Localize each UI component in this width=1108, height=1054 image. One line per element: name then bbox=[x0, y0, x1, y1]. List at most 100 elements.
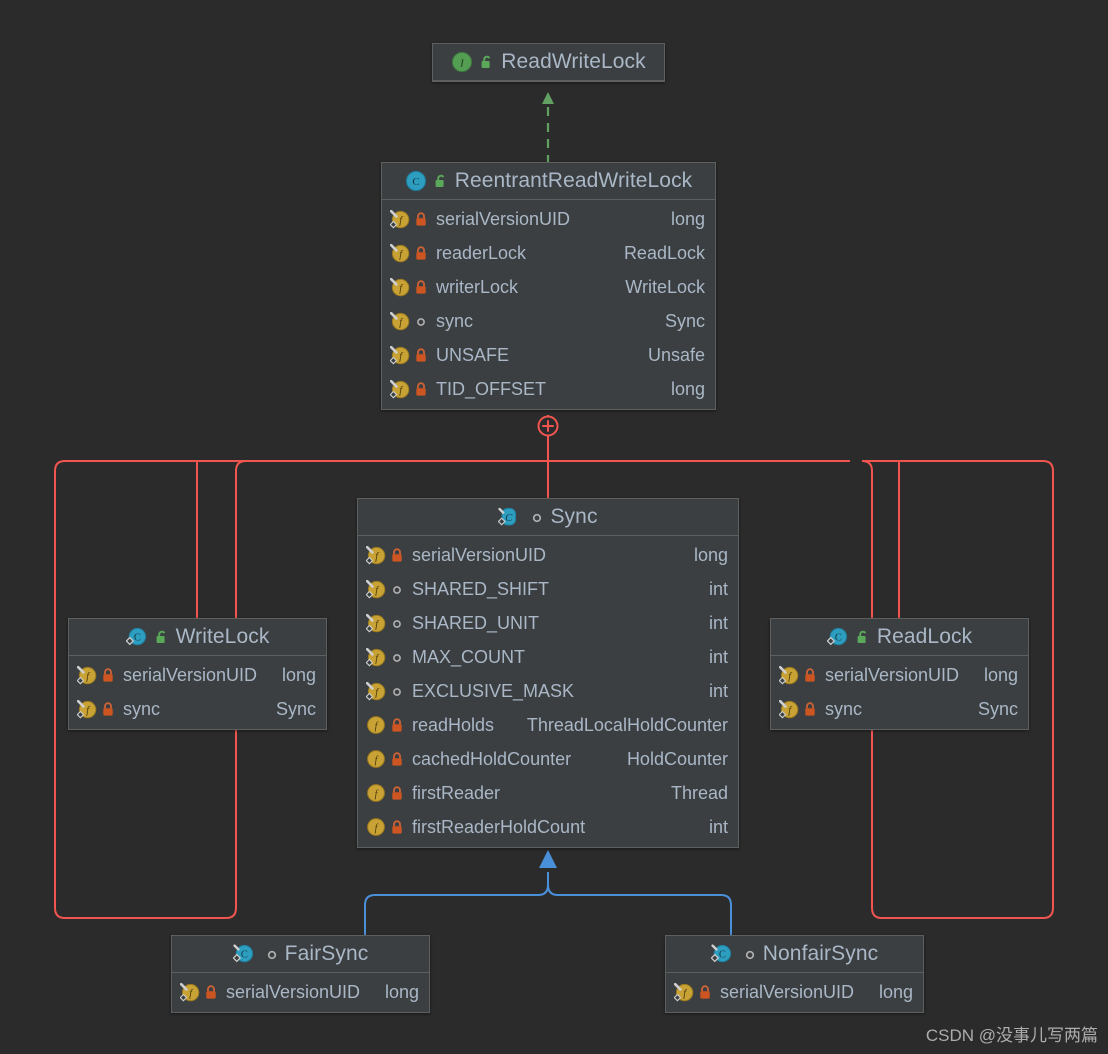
package-circle-icon bbox=[265, 946, 279, 962]
static-field-icon: f bbox=[390, 345, 410, 365]
member-row[interactable]: f serialVersionUID long bbox=[172, 975, 429, 1009]
private-lock-icon bbox=[414, 245, 428, 261]
member-name: SHARED_UNIT bbox=[412, 612, 540, 633]
member-row[interactable]: f serialVersionUID long bbox=[666, 975, 923, 1009]
private-lock-icon bbox=[803, 667, 817, 683]
member-type: Sync bbox=[275, 698, 316, 719]
package-circle-icon bbox=[390, 649, 404, 665]
member-name: serialVersionUID bbox=[226, 981, 361, 1002]
member-row[interactable]: f UNSAFE Unsafe bbox=[382, 338, 715, 372]
static-field-icon: f bbox=[180, 982, 200, 1002]
member-name: TID_OFFSET bbox=[436, 378, 547, 399]
class-node-readwritelock[interactable]: I ReadWriteLock bbox=[432, 43, 665, 82]
class-header: C Sync bbox=[358, 499, 738, 536]
member-row[interactable]: f firstReader Thread bbox=[358, 776, 738, 810]
member-type: long bbox=[670, 378, 705, 399]
static-field-icon: f bbox=[366, 613, 386, 633]
private-lock-icon bbox=[390, 717, 404, 733]
member-type: Sync bbox=[664, 310, 705, 331]
member-row[interactable]: f serialVersionUID long bbox=[382, 202, 715, 236]
static-field-icon: f bbox=[390, 379, 410, 399]
class-members: f serialVersionUID long f sync Sync bbox=[771, 656, 1028, 729]
expand-node-control[interactable] bbox=[537, 415, 559, 437]
member-row[interactable]: f sync Sync bbox=[69, 692, 326, 726]
public-unlock-icon bbox=[479, 53, 495, 71]
class-node-sync[interactable]: C Sync f serialVersionUID long f SHARED_… bbox=[357, 498, 739, 848]
package-circle-icon bbox=[390, 683, 404, 699]
member-type: ReadLock bbox=[623, 242, 705, 263]
member-type: long bbox=[983, 664, 1018, 685]
field-icon: f bbox=[390, 311, 410, 331]
member-name: serialVersionUID bbox=[825, 664, 960, 685]
static-class-icon: C bbox=[826, 626, 849, 648]
static-field-icon: f bbox=[390, 209, 410, 229]
class-name: ReadWriteLock bbox=[501, 50, 646, 73]
package-circle-icon bbox=[390, 615, 404, 631]
member-row[interactable]: f SHARED_UNIT int bbox=[358, 606, 738, 640]
private-lock-icon bbox=[698, 984, 712, 1000]
member-row[interactable]: f serialVersionUID long bbox=[69, 658, 326, 692]
member-name: serialVersionUID bbox=[720, 981, 855, 1002]
class-header: C NonfairSync bbox=[666, 936, 923, 973]
member-row[interactable]: f sync Sync bbox=[771, 692, 1028, 726]
static-class-icon: C bbox=[710, 943, 733, 965]
svg-text:C: C bbox=[412, 176, 419, 188]
class-icon: C bbox=[405, 170, 427, 192]
class-node-fairsync[interactable]: C FairSync f serialVersionUID long bbox=[171, 935, 430, 1013]
member-type: long bbox=[384, 981, 419, 1002]
private-lock-icon bbox=[414, 381, 428, 397]
member-name: firstReaderHoldCount bbox=[412, 816, 586, 837]
member-type: long bbox=[670, 208, 705, 229]
svg-text:C: C bbox=[835, 632, 842, 643]
static-class-icon: C bbox=[125, 626, 148, 648]
class-members: f serialVersionUID long f SHARED_SHIFT i… bbox=[358, 536, 738, 847]
class-node-reentrantreadwritelock[interactable]: C ReentrantReadWriteLock f serialVersion… bbox=[381, 162, 716, 410]
field-icon: f bbox=[390, 243, 410, 263]
member-row[interactable]: f readHolds ThreadLocalHoldCounter bbox=[358, 708, 738, 742]
class-header: C ReentrantReadWriteLock bbox=[382, 163, 715, 200]
svg-text:C: C bbox=[241, 949, 248, 960]
public-unlock-icon bbox=[855, 628, 871, 646]
member-row[interactable]: f readerLock ReadLock bbox=[382, 236, 715, 270]
member-row[interactable]: f sync Sync bbox=[382, 304, 715, 338]
class-node-readlock[interactable]: C ReadLock f serialVersionUID long f syn… bbox=[770, 618, 1029, 730]
member-row[interactable]: f SHARED_SHIFT int bbox=[358, 572, 738, 606]
private-lock-icon bbox=[390, 547, 404, 563]
member-type: long bbox=[281, 664, 316, 685]
member-name: readerLock bbox=[436, 242, 527, 263]
static-field-icon: f bbox=[779, 665, 799, 685]
class-header: C FairSync bbox=[172, 936, 429, 973]
member-row[interactable]: f firstReaderHoldCount int bbox=[358, 810, 738, 844]
static-field-icon: f bbox=[366, 647, 386, 667]
field-icon: f bbox=[366, 817, 386, 837]
member-type: WriteLock bbox=[625, 276, 705, 297]
field-icon: f bbox=[366, 783, 386, 803]
member-row[interactable]: f serialVersionUID long bbox=[771, 658, 1028, 692]
member-type: Thread bbox=[670, 782, 728, 803]
static-field-icon: f bbox=[779, 699, 799, 719]
member-type: int bbox=[708, 816, 728, 837]
member-row[interactable]: f MAX_COUNT int bbox=[358, 640, 738, 674]
member-name: sync bbox=[825, 698, 863, 719]
member-row[interactable]: f EXCLUSIVE_MASK int bbox=[358, 674, 738, 708]
package-circle-icon bbox=[390, 581, 404, 597]
class-header: C WriteLock bbox=[69, 619, 326, 656]
private-lock-icon bbox=[390, 819, 404, 835]
member-name: firstReader bbox=[412, 782, 501, 803]
member-name: serialVersionUID bbox=[123, 664, 258, 685]
member-row[interactable]: f writerLock WriteLock bbox=[382, 270, 715, 304]
class-members: f serialVersionUID long bbox=[172, 973, 429, 1012]
class-name: Sync bbox=[550, 505, 598, 528]
class-members: f serialVersionUID long bbox=[666, 973, 923, 1012]
class-node-nonfairsync[interactable]: C NonfairSync f serialVersionUID long bbox=[665, 935, 924, 1013]
member-row[interactable]: f TID_OFFSET long bbox=[382, 372, 715, 406]
class-node-writelock[interactable]: C WriteLock f serialVersionUID long f sy… bbox=[68, 618, 327, 730]
private-lock-icon bbox=[414, 347, 428, 363]
member-type: HoldCounter bbox=[626, 748, 728, 769]
watermark: CSDN @没事儿写两篇 bbox=[925, 1026, 1098, 1045]
private-lock-icon bbox=[101, 701, 115, 717]
member-row[interactable]: f cachedHoldCounter HoldCounter bbox=[358, 742, 738, 776]
class-header: C ReadLock bbox=[771, 619, 1028, 656]
static-field-icon: f bbox=[366, 579, 386, 599]
member-row[interactable]: f serialVersionUID long bbox=[358, 538, 738, 572]
